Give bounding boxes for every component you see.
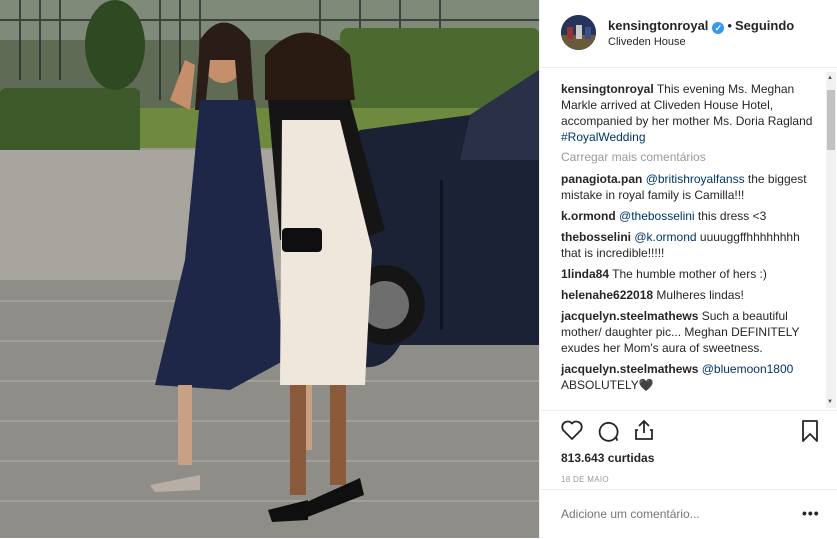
comment-item: panagiota.pan @britishroyalfanss the big… <box>561 171 822 203</box>
comment-text: ABSOLUTELY🖤 <box>561 378 654 392</box>
comment-item: helenahe622018 Mulheres lindas! <box>561 287 822 303</box>
comment-item: jacquelyn.steelmathews @bluemoon1800 ABS… <box>561 361 822 393</box>
mention-link[interactable]: @britishroyalfanss <box>646 172 745 186</box>
add-comment-bar: ••• <box>540 489 837 539</box>
likes-count[interactable]: 813.643 curtidas <box>561 451 654 465</box>
photo-illustration <box>0 0 539 538</box>
avatar[interactable] <box>561 15 596 50</box>
post-date: 18 DE MAIO <box>561 475 609 484</box>
mention-link[interactable]: @thebosselini <box>619 209 695 223</box>
comments-list[interactable]: kensingtonroyal This evening Ms. Meghan … <box>540 68 837 410</box>
comment-username[interactable]: k.ormond <box>561 209 616 223</box>
post-actions: 813.643 curtidas 18 DE MAIO <box>540 410 837 489</box>
comment-item: k.ormond @thebosselini this dress <3 <box>561 208 822 224</box>
mention-link[interactable]: @k.ormond <box>634 230 696 244</box>
comment-username[interactable]: thebosselini <box>561 230 631 244</box>
comment-username[interactable]: jacquelyn.steelmathews <box>561 362 698 376</box>
post-side-panel: kensingtonroyal ✓ • Seguindo Cliveden House… <box>539 0 837 538</box>
scroll-down-icon[interactable]: ▼ <box>827 398 833 406</box>
comment-username[interactable]: jacquelyn.steelmathews <box>561 309 698 323</box>
hashtag-link[interactable]: #RoyalWedding <box>561 130 646 144</box>
post-photo[interactable] <box>0 0 539 538</box>
separator-dot: • <box>727 18 732 33</box>
comments-scrollbar[interactable]: ▲ ▼ <box>826 72 836 408</box>
header-user-line: kensingtonroyal ✓ • Seguindo <box>608 18 794 34</box>
comment-username[interactable]: kensingtonroyal <box>561 82 654 96</box>
comment-item: thebosselini @k.ormond uuuuggffhhhhhhhh … <box>561 229 822 261</box>
comment-username[interactable]: 1linda84 <box>561 267 609 281</box>
comment-text: The humble mother of hers :) <box>612 267 767 281</box>
comment-text: this dress <3 <box>694 209 767 223</box>
add-comment-input[interactable] <box>561 507 781 521</box>
header-username[interactable]: kensingtonroyal <box>608 18 708 33</box>
comment-text: Mulheres lindas! <box>656 288 744 302</box>
caption: kensingtonroyal This evening Ms. Meghan … <box>561 81 822 145</box>
post-header: kensingtonroyal ✓ • Seguindo Cliveden House <box>540 0 837 68</box>
comment-icon[interactable] <box>596 419 620 443</box>
comment-item: 1linda84 The humble mother of hers :) <box>561 266 822 282</box>
scrollbar-thumb[interactable] <box>827 90 835 150</box>
avatar-image <box>561 15 596 50</box>
bookmark-icon[interactable] <box>800 419 820 443</box>
load-more-comments-button[interactable]: Carregar mais comentários <box>561 150 822 164</box>
heart-icon[interactable] <box>560 419 584 441</box>
more-options-icon[interactable]: ••• <box>802 505 820 521</box>
verified-badge-icon: ✓ <box>712 22 725 34</box>
comment-item: jacquelyn.steelmathews Such a beautiful … <box>561 308 822 356</box>
follow-status-button[interactable]: Seguindo <box>735 18 794 33</box>
mention-link[interactable]: @bluemoon1800 <box>702 362 794 376</box>
comment-username[interactable]: panagiota.pan <box>561 172 642 186</box>
share-icon[interactable] <box>632 418 656 442</box>
location-link[interactable]: Cliveden House <box>608 36 686 48</box>
scroll-up-icon[interactable]: ▲ <box>827 74 833 82</box>
comment-username[interactable]: helenahe622018 <box>561 288 653 302</box>
